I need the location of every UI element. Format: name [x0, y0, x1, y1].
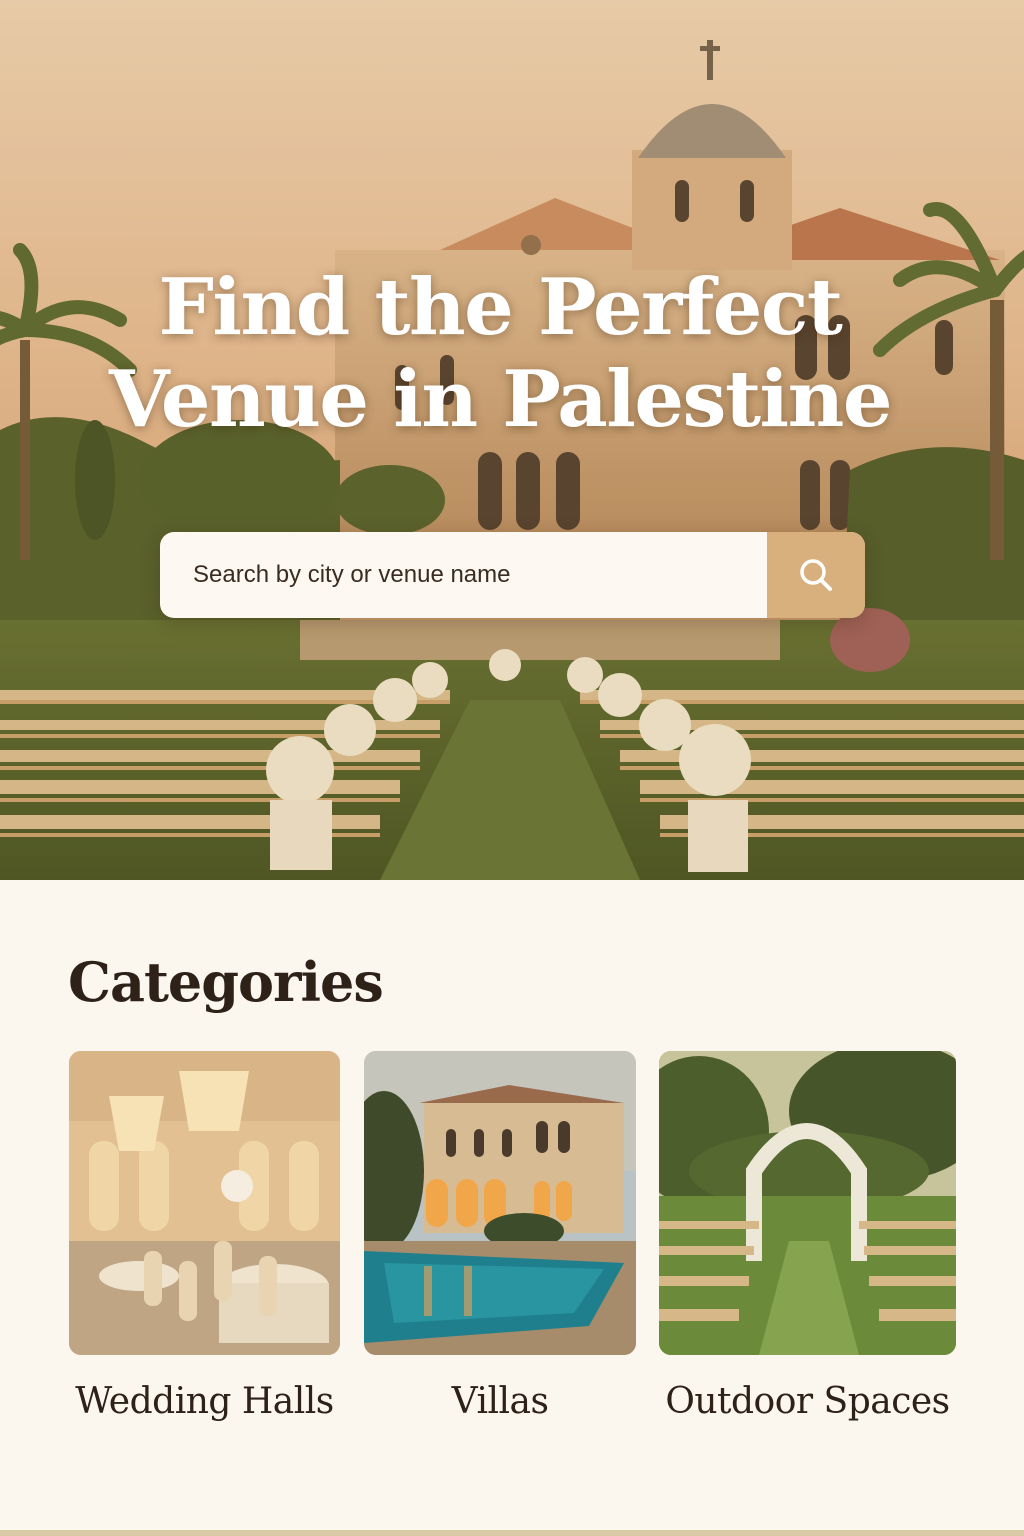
category-card-outdoor-spaces[interactable]: Outdoor Spaces: [659, 1051, 956, 1422]
hero-section: Find the Perfect Venue in Palestine: [0, 0, 1024, 880]
hero-title: Find the Perfect Venue in Palestine: [80, 262, 920, 446]
search-bar: [160, 532, 865, 618]
category-card-villas[interactable]: Villas: [364, 1051, 636, 1422]
category-label: Villas: [451, 1381, 549, 1422]
category-label: Wedding Halls: [75, 1381, 334, 1422]
search-icon: [800, 559, 832, 591]
category-card-wedding-halls[interactable]: Wedding Halls: [69, 1051, 340, 1422]
category-label: Outdoor Spaces: [665, 1381, 950, 1422]
wedding-halls-image: [69, 1051, 340, 1355]
hero-title-line-1: Find the Perfect: [158, 262, 843, 353]
outdoor-spaces-image: [659, 1051, 956, 1355]
villas-image: [364, 1051, 636, 1355]
search-input[interactable]: [160, 532, 767, 618]
categories-title: Categories: [68, 950, 384, 1014]
hero-title-line-2: Venue in Palestine: [109, 354, 892, 445]
bottom-divider: [0, 1530, 1024, 1536]
search-button[interactable]: [767, 532, 865, 618]
